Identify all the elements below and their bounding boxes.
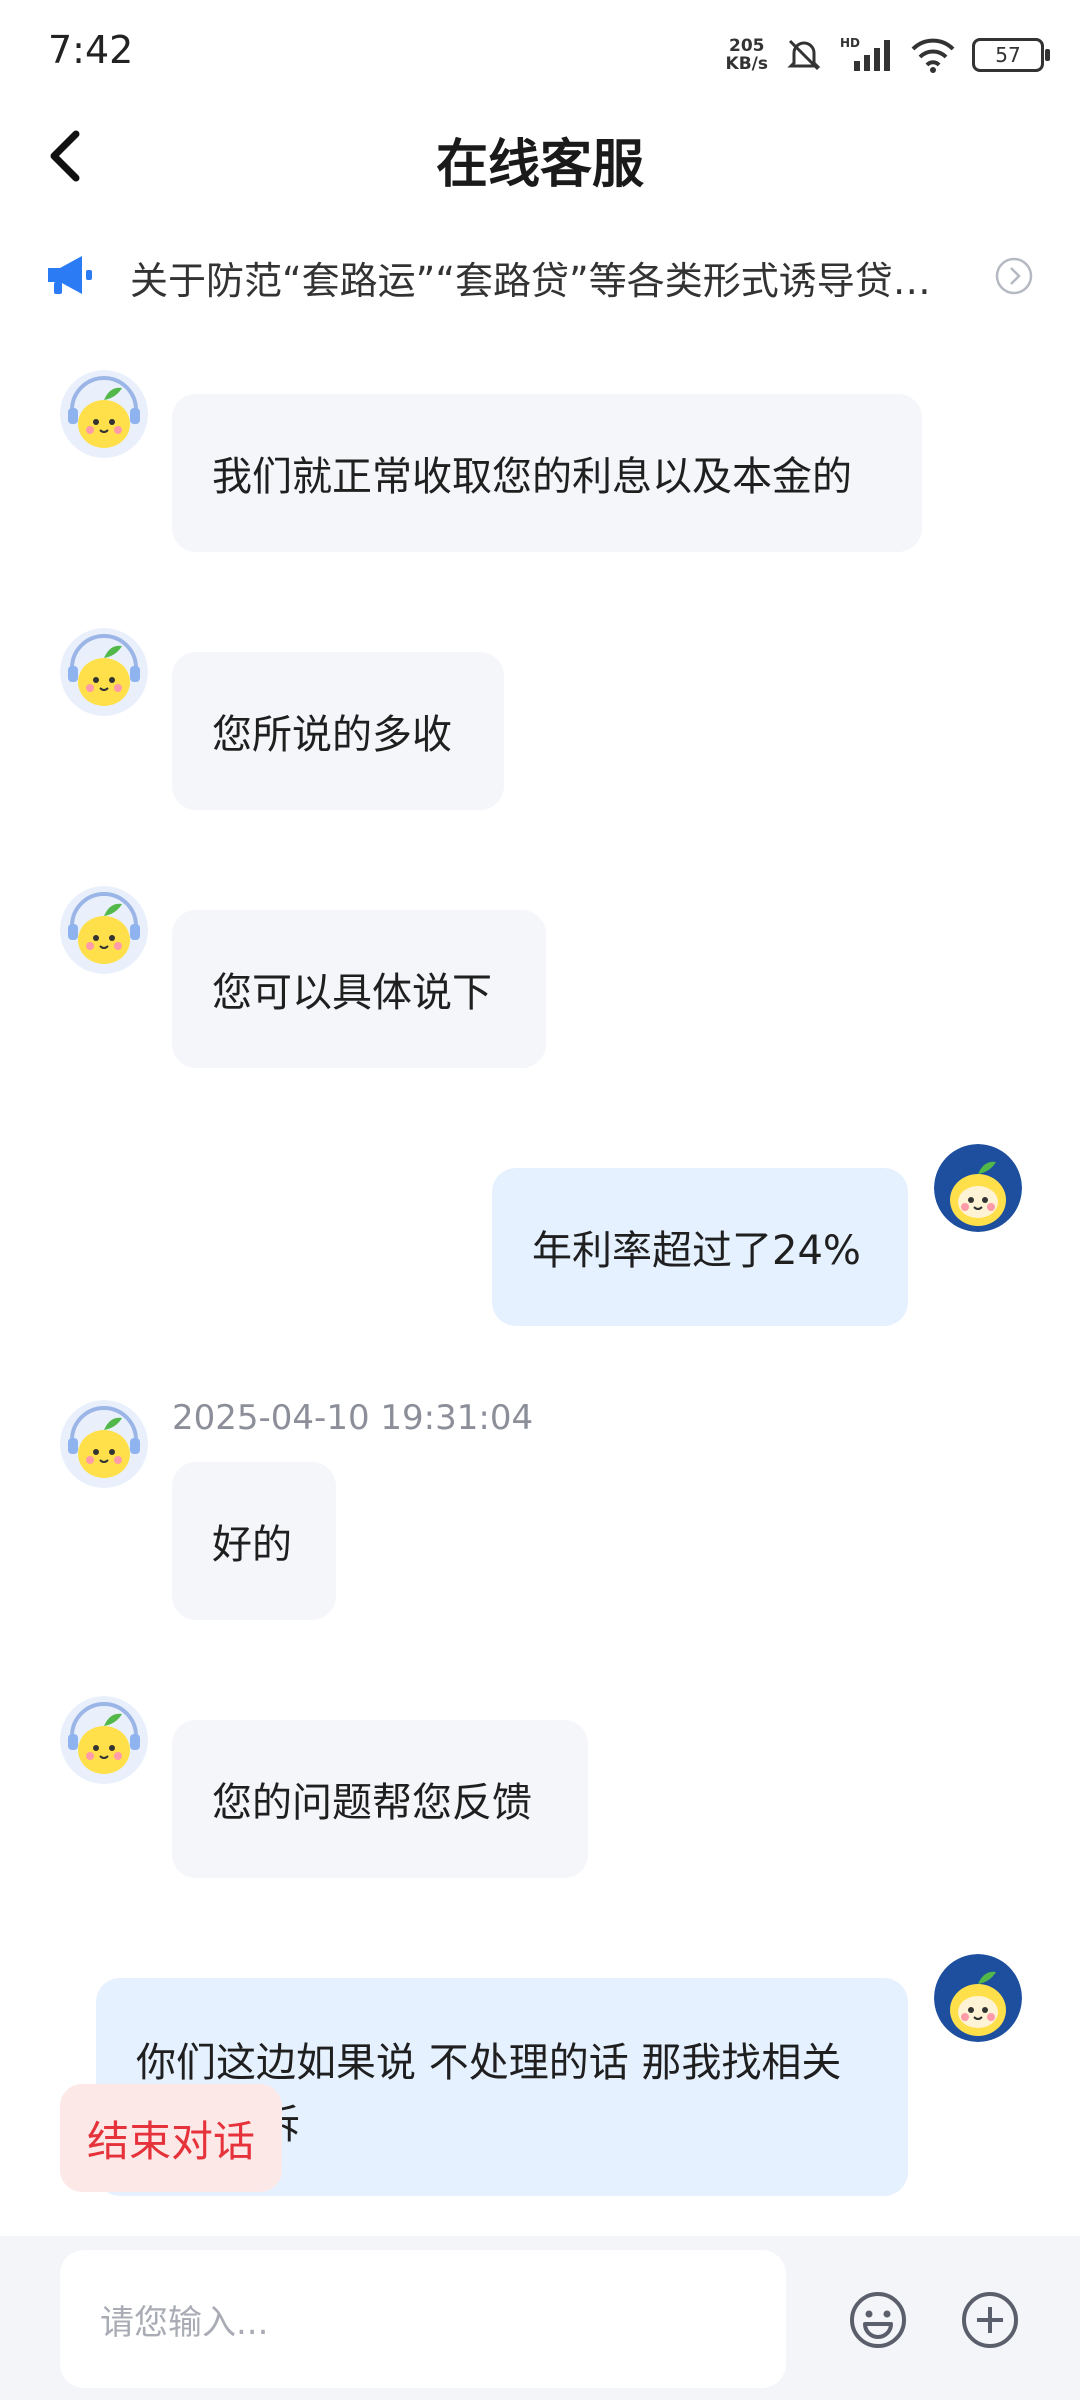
user-avatar <box>934 1144 1022 1232</box>
emoji-icon[interactable] <box>848 2290 908 2350</box>
message-text: 好的 <box>212 1522 292 1568</box>
signal-icon: HD <box>840 36 890 71</box>
wifi-icon <box>911 38 955 73</box>
network-speed: 205 KB/s <box>726 37 768 73</box>
message-text: 您的问题帮您反馈 <box>212 1780 532 1826</box>
message-text: 您可以具体说下 <box>212 970 492 1016</box>
agent-avatar <box>60 1400 148 1488</box>
network-speed-unit: KB/s <box>725 54 768 74</box>
status-icons: 205 KB/s HD 57 <box>726 30 1050 80</box>
plus-icon[interactable] <box>960 2290 1020 2350</box>
agent-avatar <box>60 886 148 974</box>
megaphone-icon <box>48 256 92 294</box>
agent-message-bubble[interactable]: 我们就正常收取您的利息以及本金的 <box>172 394 922 552</box>
notice-bar[interactable]: 关于防范“套路运”“套路贷”等各类形式诱导贷款的提示 <box>0 228 1080 324</box>
agent-message-bubble[interactable]: 您所说的多收 <box>172 652 504 810</box>
agent-avatar <box>60 628 148 716</box>
bell-muted-icon <box>787 39 821 71</box>
agent-message-bubble[interactable]: 好的 <box>172 1462 336 1620</box>
agent-avatar <box>60 1696 148 1784</box>
hd-label: HD <box>840 36 860 50</box>
user-avatar <box>934 1954 1022 2042</box>
chevron-right-icon[interactable] <box>994 256 1034 296</box>
message-timestamp: 2025-04-10 19:31:04 <box>172 1398 534 1438</box>
status-time: 7:42 <box>48 28 134 72</box>
agent-avatar <box>60 370 148 458</box>
battery-indicator: 57 <box>972 38 1050 72</box>
message-text: 我们就正常收取您的利息以及本金的 <box>212 454 852 500</box>
end-conversation-button[interactable]: 结束对话 <box>60 2084 282 2192</box>
agent-message-bubble[interactable]: 您的问题帮您反馈 <box>172 1720 588 1878</box>
page-title: 在线客服 <box>435 135 644 195</box>
message-input[interactable]: 请您输入... <box>60 2250 786 2388</box>
header: 在线客服 <box>0 100 1080 212</box>
message-text: 您所说的多收 <box>212 712 452 758</box>
agent-message-bubble[interactable]: 您可以具体说下 <box>172 910 546 1068</box>
status-bar: 7:42 205 KB/s HD 57 <box>0 0 1080 100</box>
user-message-bubble[interactable]: 年利率超过了24% <box>492 1168 908 1326</box>
network-speed-value: 205 <box>729 36 765 56</box>
message-text: 年利率超过了24% <box>532 1228 861 1274</box>
input-bar: 请您输入... <box>0 2236 1080 2400</box>
notice-text[interactable]: 关于防范“套路运”“套路贷”等各类形式诱导贷款的提示 <box>130 250 960 305</box>
